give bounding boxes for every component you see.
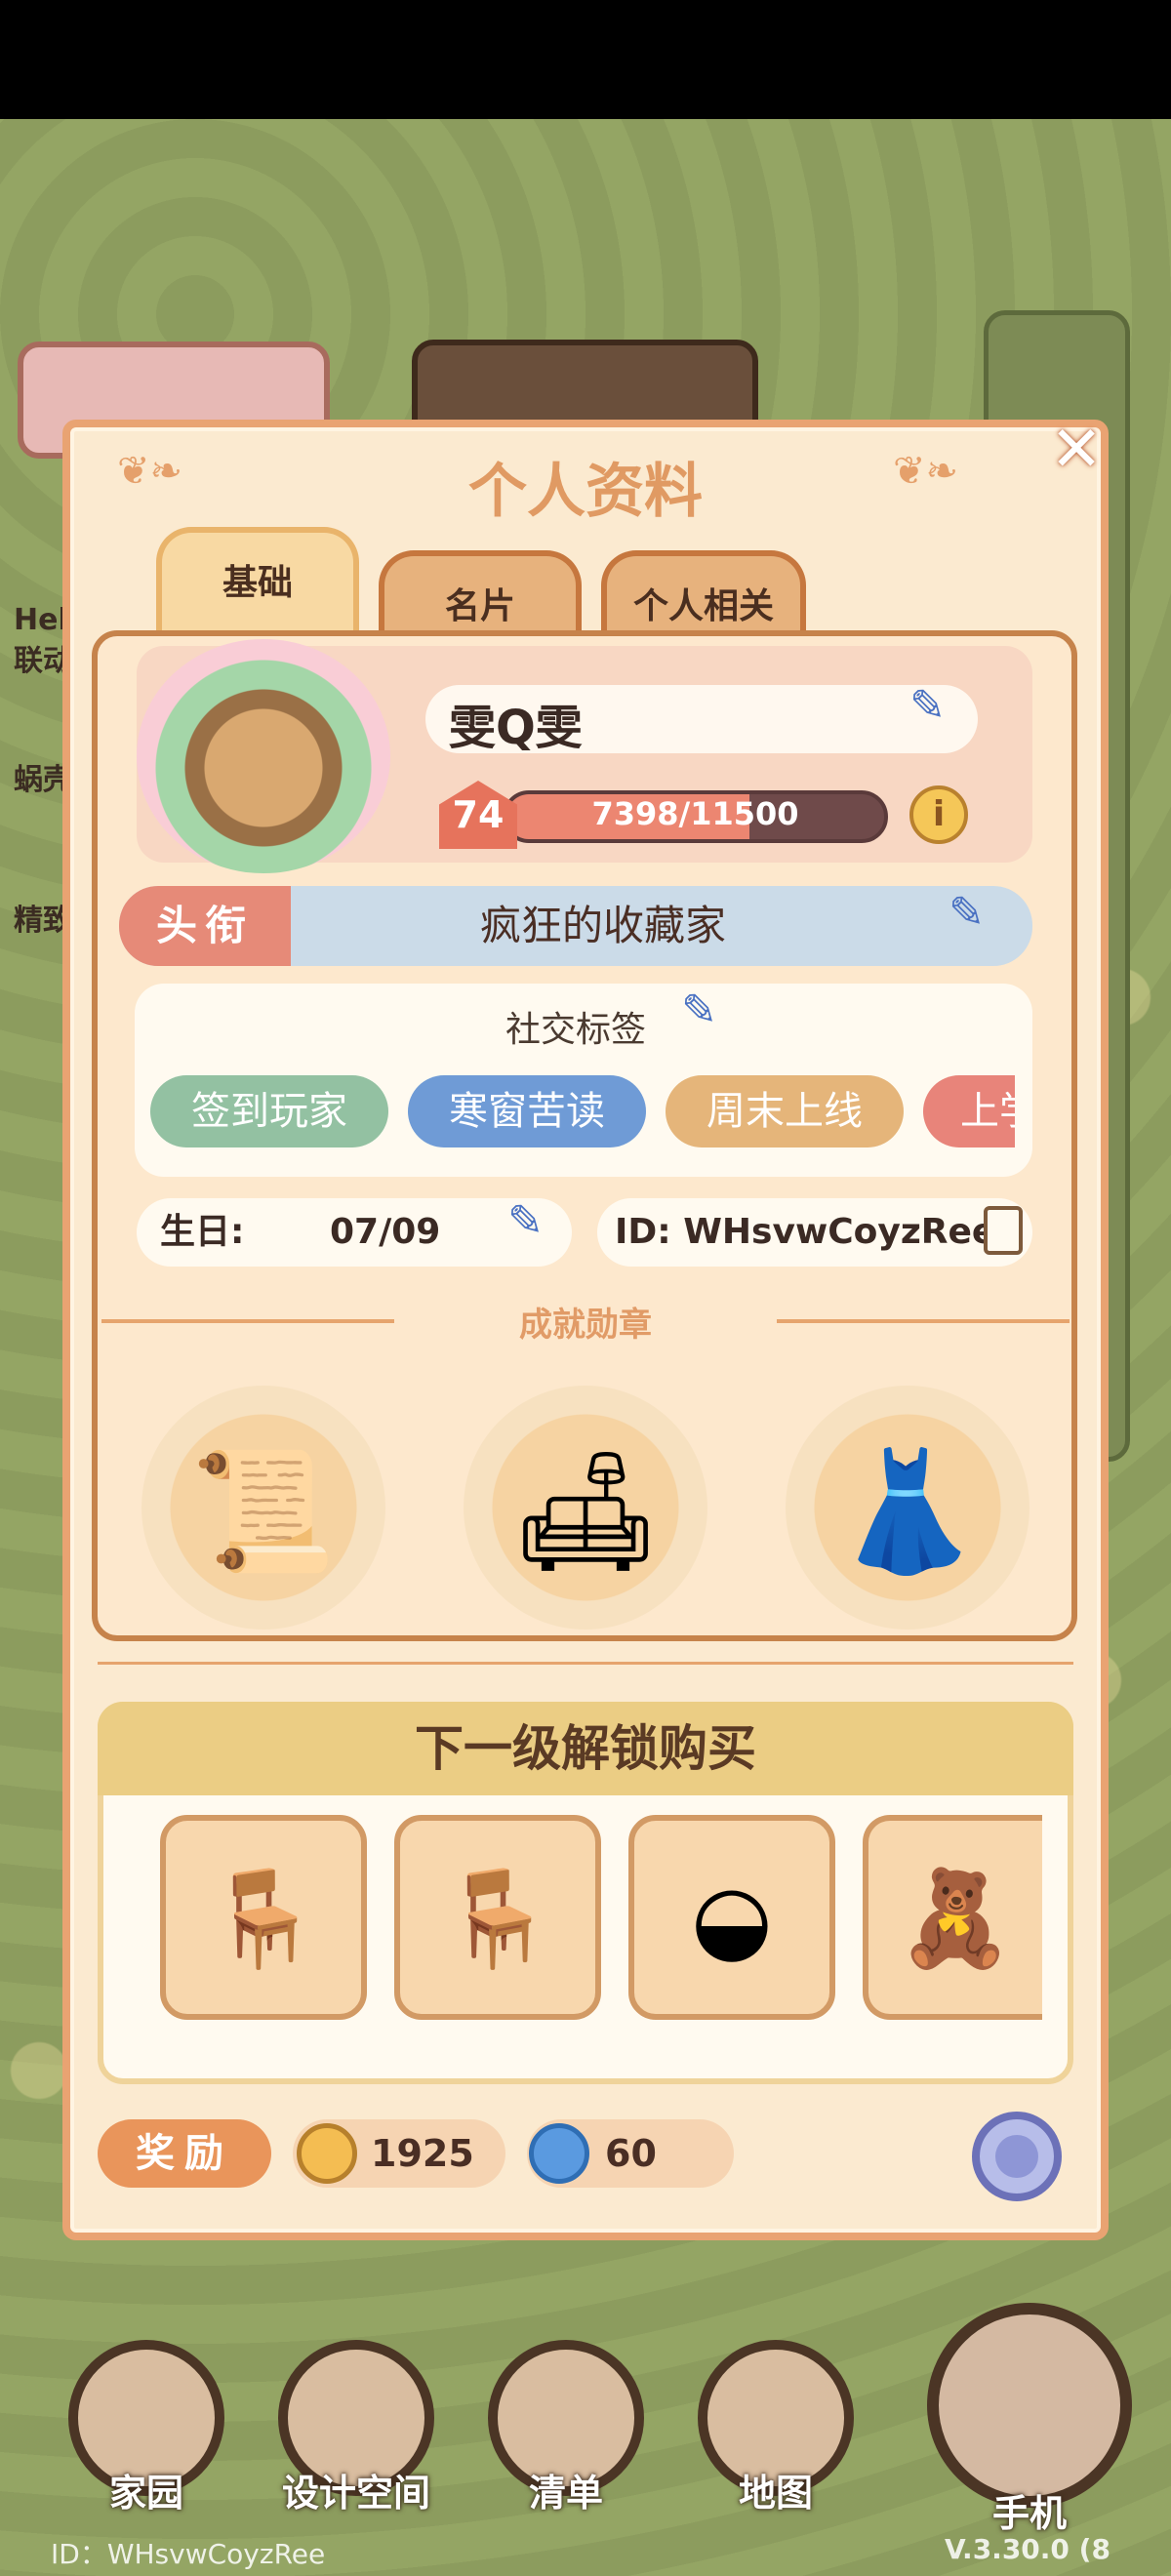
nav-home[interactable]: 家园 bbox=[68, 2463, 224, 2516]
player-id: ID: WHsvwCoyzRee bbox=[615, 1212, 996, 1252]
reward-tag: 奖励 bbox=[98, 2119, 271, 2188]
gem-icon bbox=[529, 2123, 589, 2184]
nav-map[interactable]: 地图 bbox=[698, 2463, 854, 2516]
birthday-value: 07/09 bbox=[330, 1212, 441, 1252]
unlock-title: 下一级解锁购买 bbox=[98, 1702, 1073, 1795]
social-tags-label: 社交标签 bbox=[505, 1010, 647, 1050]
edit-title-icon[interactable]: ✎ bbox=[949, 888, 985, 938]
id-field: ID: WHsvwCoyzRee bbox=[597, 1198, 1032, 1267]
phone-icon[interactable] bbox=[927, 2303, 1132, 2508]
social-tag[interactable]: 上学 bbox=[923, 1075, 1015, 1147]
tab-basic[interactable]: 基础 bbox=[156, 527, 359, 644]
chair-icon[interactable]: 🪑 bbox=[394, 1815, 601, 2020]
round-table-icon[interactable]: ◒ bbox=[628, 1815, 835, 2020]
dress-icon: 👗 bbox=[834, 1444, 981, 1580]
status-bar bbox=[0, 0, 1171, 119]
scroll-box-icon: 📜 bbox=[190, 1444, 337, 1580]
coin-icon bbox=[297, 2123, 357, 2184]
footer-id: ID：WHsvwCoyzRee bbox=[51, 2538, 326, 2570]
gear-icon[interactable] bbox=[972, 2112, 1062, 2201]
achievements-title: 成就勋章 bbox=[519, 1306, 652, 1345]
title-tag: 头衔 bbox=[119, 886, 291, 966]
edit-name-icon[interactable]: ✎ bbox=[909, 681, 946, 731]
social-tag[interactable]: 周末上线 bbox=[666, 1075, 904, 1147]
edit-social-icon[interactable]: ✎ bbox=[681, 986, 717, 1035]
divider bbox=[98, 1662, 1073, 1665]
info-icon[interactable]: i bbox=[909, 785, 968, 844]
dialog-title: 个人资料 bbox=[468, 458, 703, 526]
birthday-label: 生日: bbox=[160, 1212, 245, 1252]
version-text: V.3.30.0 (8 bbox=[945, 2533, 1110, 2565]
xp-text: 7398/11500 bbox=[591, 795, 799, 832]
chair-icon[interactable]: 🪑 bbox=[160, 1815, 367, 2020]
social-tag[interactable]: 签到玩家 bbox=[150, 1075, 388, 1147]
edit-birthday-icon[interactable]: ✎ bbox=[507, 1196, 544, 1246]
social-tag[interactable]: 寒窗苦读 bbox=[408, 1075, 646, 1147]
title-value: 疯狂的收藏家 bbox=[479, 902, 726, 949]
side-label: Hel bbox=[14, 603, 68, 637]
armchair-icon: 🛋 bbox=[510, 1444, 661, 1580]
nav-list[interactable]: 清单 bbox=[488, 2463, 644, 2516]
copy-icon[interactable] bbox=[984, 1206, 1023, 1255]
title-row: 头衔 疯狂的收藏家 bbox=[119, 886, 1032, 966]
avatar[interactable] bbox=[137, 639, 390, 873]
player-name: 雯Q雯 bbox=[449, 701, 583, 755]
nav-phone[interactable]: 手机 bbox=[951, 2483, 1108, 2537]
bear-bag-icon[interactable]: 🧸 bbox=[863, 1815, 1042, 2020]
nav-design[interactable]: 设计空间 bbox=[259, 2463, 454, 2516]
